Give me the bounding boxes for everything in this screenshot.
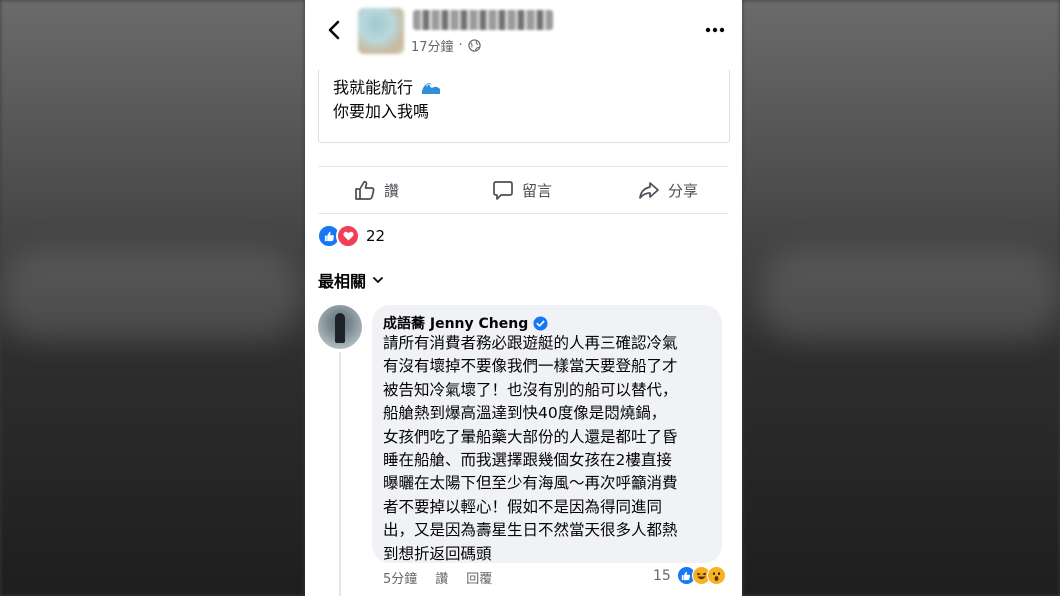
wow-reaction-icon — [706, 566, 726, 585]
post-time: 17分鐘 — [411, 40, 454, 55]
post-line-2: 你要加入我嗎 — [333, 102, 430, 121]
chevron-left-icon[interactable] — [323, 18, 347, 42]
reaction-summary[interactable]: 22 — [317, 224, 385, 248]
post-timestamp: 17分鐘 · — [411, 36, 481, 55]
comment-like-button[interactable]: 讚 — [435, 568, 448, 587]
divider — [318, 213, 728, 214]
share-button[interactable]: 分享 — [638, 168, 698, 212]
globe-icon — [468, 39, 481, 52]
background-blur-shape — [760, 250, 1060, 340]
background-blur-shape — [0, 250, 300, 340]
comment-text-line: 者不要掉以輕心！假如不是因為得同進同 — [383, 497, 663, 516]
comment-label: 留言 — [522, 181, 553, 200]
wave-emoji-icon — [420, 79, 443, 95]
love-reaction-icon — [336, 224, 360, 248]
share-label: 分享 — [668, 181, 699, 200]
comment-text-line: 女孩們吃了暈船藥大部份的人還是都吐了昏 — [383, 427, 678, 446]
comment-text-line: 船艙熱到爆高溫達到快40度像是悶燒鍋， — [383, 404, 667, 423]
chevron-down-icon — [373, 277, 383, 283]
comment-reply-button[interactable]: 回覆 — [466, 568, 492, 587]
reaction-count: 22 — [366, 227, 386, 245]
like-label: 讚 — [384, 181, 400, 200]
commenter-name-row: 成語蕎 Jenny Cheng — [383, 313, 548, 333]
post-action-bar: 讚 留言 分享 — [318, 168, 728, 212]
comment-bubble: 成語蕎 Jenny Cheng 請所有消費者務必跟遊艇的人再三確認冷氣 有沒有壞… — [372, 305, 722, 563]
comment-text-line: 出，又是因為壽星生日不然當天很多人都熱 — [383, 521, 678, 540]
facebook-post-screen: 17分鐘 · 我就能航行 你要加入我嗎 讚 留言 分享 22 最相關 成語蕎 J… — [305, 0, 742, 596]
comment-meta-row: 5分鐘 讚 回覆 — [383, 568, 492, 587]
post-line-1: 我就能航行 — [333, 78, 414, 97]
time-separator: · — [458, 38, 463, 53]
comment-text-line: 請所有消費者務必跟遊艇的人再三確認冷氣 — [383, 334, 678, 352]
share-arrow-icon — [639, 182, 659, 199]
post-text-line: 我就能航行 — [333, 74, 443, 98]
commenter-avatar[interactable] — [318, 305, 362, 349]
comment-text-line: 到想折返回碼頭 — [383, 544, 492, 563]
comment-button[interactable]: 留言 — [492, 168, 552, 212]
shared-post-card[interactable]: 我就能航行 你要加入我嗎 — [318, 70, 730, 143]
comment-text: 請所有消費者務必跟遊艇的人再三確認冷氣 有沒有壞掉不要像我們一樣當天要登船了才 … — [383, 332, 713, 566]
comment-text-line: 睡在船艙、而我選擇跟幾個女孩在2樓直接 — [383, 451, 672, 470]
comment-text-line: 曝曬在太陽下但至少有海風～再次呼籲消費 — [383, 474, 678, 493]
comment-text-line: 有沒有壞掉不要像我們一樣當天要登船了才 — [383, 357, 678, 376]
like-button[interactable]: 讚 — [354, 168, 399, 212]
comment-sort-dropdown[interactable]: 最相關 — [318, 268, 384, 292]
poster-avatar[interactable] — [358, 8, 404, 54]
divider — [318, 166, 728, 167]
comment-reaction-count: 15 — [653, 567, 671, 584]
comment-time: 5分鐘 — [383, 572, 418, 587]
avatar-figure — [335, 313, 345, 343]
verified-badge-icon — [533, 315, 548, 331]
poster-name[interactable] — [413, 10, 553, 30]
thumbs-up-icon — [355, 180, 375, 200]
more-horizontal-icon[interactable] — [705, 22, 725, 38]
comment-sort-label: 最相關 — [318, 272, 367, 291]
comment-text-line: 被告知冷氣壞了！也沒有別的船可以替代， — [383, 380, 678, 399]
commenter-name[interactable]: 成語蕎 Jenny Cheng — [383, 313, 528, 333]
post-header: 17分鐘 · — [305, 0, 742, 70]
comment-thread-line — [339, 352, 341, 596]
comment-reactions[interactable]: 15 — [653, 566, 726, 585]
comment-bubble-icon — [493, 181, 513, 200]
